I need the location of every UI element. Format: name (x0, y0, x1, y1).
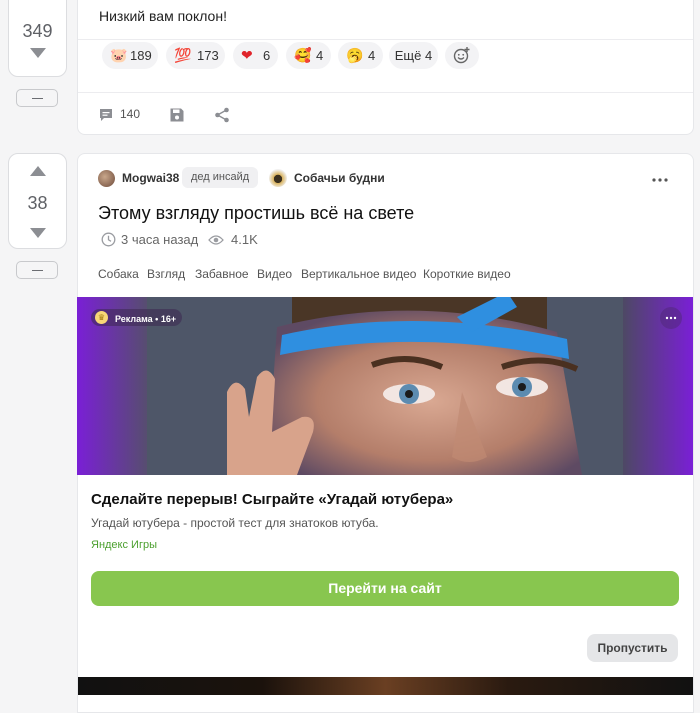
red-heart-icon: ❤ (241, 47, 253, 63)
ad-label: Реклама • 16+ (115, 314, 177, 324)
post-title[interactable]: Этому взгляду простишь всё на свете (98, 203, 414, 224)
upvote-icon[interactable] (30, 166, 46, 176)
tag[interactable]: Взгляд (147, 267, 185, 281)
comments-count: 140 (120, 107, 141, 121)
vote-widget: 38 (8, 153, 67, 249)
community-name[interactable]: Собачьи будни (294, 171, 385, 185)
vote-count: 349 (22, 21, 53, 41)
clock-icon (101, 232, 116, 247)
comment-icon (100, 109, 112, 121)
smiling-hearts-icon: 🥰 (294, 47, 312, 63)
reaction-button[interactable]: ❤ 6 (233, 42, 278, 69)
comments-button[interactable]: 140 (98, 106, 148, 124)
views-count: 4.1K (231, 232, 258, 247)
community-avatar[interactable] (269, 169, 287, 187)
downvote-icon[interactable] (30, 228, 46, 238)
go-to-site-button[interactable]: Перейти на сайт (91, 571, 679, 606)
reaction-button[interactable]: 🥰 4 (286, 42, 331, 69)
skip-ad-button[interactable]: Пропустить (587, 634, 678, 662)
more-options-icon (665, 316, 677, 320)
share-icon[interactable] (214, 107, 230, 123)
hundred-points-icon: 💯 (174, 47, 192, 63)
pig-face-icon: 🐷 (110, 47, 128, 63)
tag[interactable]: Вертикальное видео (301, 267, 416, 281)
author-badge: дед инсайд (182, 167, 259, 188)
post-time: 3 часа назад (121, 232, 199, 247)
ad-badge: ♛ Реклама • 16+ (91, 309, 183, 326)
divider (78, 39, 693, 40)
ad-source[interactable]: Яндекс Игры (91, 539, 157, 551)
reaction-button[interactable]: 🐷 189 (102, 42, 158, 69)
hide-post-button[interactable] (16, 89, 58, 107)
save-icon[interactable] (169, 107, 185, 123)
add-reaction-button[interactable] (445, 42, 479, 69)
ad-title[interactable]: Сделайте перерыв! Сыграйте «Угадай ютубе… (91, 491, 453, 508)
yawning-face-icon: 🥱 (346, 47, 364, 63)
avatar[interactable] (98, 170, 115, 187)
ad-description: Угадай ютубера - простой тест для знаток… (91, 516, 379, 530)
hide-post-button[interactable] (16, 261, 58, 279)
post-card: Низкий вам поклон! 🐷 189 💯 173 ❤ 6 🥰 4 🥱… (77, 0, 694, 135)
tag[interactable]: Собака (98, 267, 139, 281)
views-icon (208, 235, 224, 245)
author-name[interactable]: Mogwai38 (122, 171, 179, 185)
reaction-button[interactable]: 💯 173 (166, 42, 225, 69)
ad-image[interactable]: ♛ Реклама • 16+ (77, 297, 693, 475)
crown-icon: ♛ (95, 311, 108, 324)
post-text: Низкий вам поклон! (99, 8, 227, 24)
add-emoji-icon (453, 47, 470, 64)
ad-menu-button[interactable] (660, 307, 682, 329)
more-reactions-button[interactable]: Ещё 4 (389, 42, 438, 69)
divider (78, 92, 693, 93)
tag[interactable]: Видео (257, 267, 292, 281)
more-options-icon[interactable] (652, 177, 668, 183)
vote-count: 38 (27, 193, 48, 213)
reaction-button[interactable]: 🥱 4 (338, 42, 383, 69)
vote-widget: 349 (8, 0, 67, 77)
next-media-preview (78, 677, 693, 695)
tag[interactable]: Короткие видео (423, 267, 511, 281)
downvote-icon[interactable] (30, 48, 46, 58)
tag[interactable]: Забавное (195, 267, 249, 281)
